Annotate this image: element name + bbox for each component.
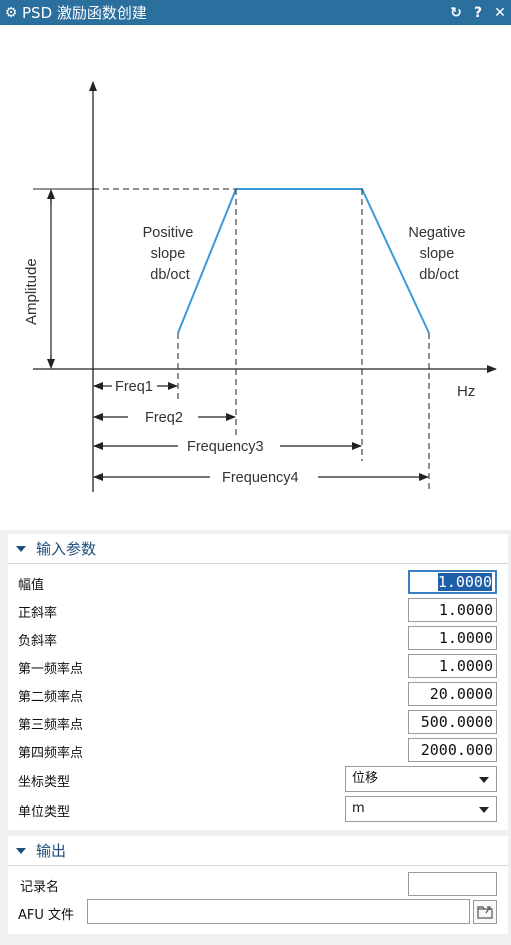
title-bar-controls: ↻ ? ✕ (449, 0, 507, 25)
reset-icon[interactable]: ↻ (449, 5, 463, 21)
param-row-negative-slope: 负斜率 1.0000 (8, 625, 508, 651)
dropdown-arrow-icon (479, 777, 489, 783)
y-axis-label: Amplitude (23, 258, 40, 325)
freq3-input[interactable]: 500.0000 (408, 710, 497, 734)
open-folder-icon (477, 906, 493, 919)
param-label: 坐标类型 (18, 775, 71, 790)
unit-type-select[interactable]: m (345, 796, 497, 822)
afu-file-label: AFU 文件 (18, 908, 75, 923)
negative-slope-input[interactable]: 1.0000 (408, 626, 497, 650)
positive-slope-label: Positive slope db/oct (143, 225, 198, 283)
param-row-freq3: 第三频率点 500.0000 (8, 709, 508, 735)
param-label: 第一频率点 (18, 662, 84, 677)
param-row-freq4: 第四频率点 2000.000 (8, 737, 508, 763)
param-label: 第三频率点 (18, 718, 84, 733)
freq1-input[interactable]: 1.0000 (408, 654, 497, 678)
frequency4-label: Frequency4 (222, 470, 299, 486)
close-icon[interactable]: ✕ (493, 5, 507, 21)
freq1-label: Freq1 (115, 379, 153, 395)
window-title: PSD 激励函数创建 (22, 4, 147, 22)
amplitude-input[interactable]: 1.0000 (408, 570, 497, 594)
psd-diagram: Amplitude Positive slope db/oct Negative… (0, 25, 511, 530)
param-label: 第二频率点 (18, 690, 84, 705)
section-title: 输出 (36, 842, 67, 860)
coord-type-select[interactable]: 位移 (345, 766, 497, 792)
section-title: 输入参数 (36, 540, 97, 558)
param-row-positive-slope: 正斜率 1.0000 (8, 597, 508, 623)
freq2-label: Freq2 (145, 410, 183, 426)
negative-slope-label: Negative slope db/oct (408, 225, 469, 283)
coord-type-value: 位移 (352, 771, 379, 786)
collapse-triangle-icon[interactable] (16, 545, 26, 552)
frequency3-label: Frequency3 (187, 439, 264, 455)
afu-file-input[interactable] (87, 899, 470, 924)
input-params-header[interactable]: 输入参数 (8, 534, 508, 564)
param-label: 幅值 (18, 578, 45, 593)
param-row-freq1: 第一频率点 1.0000 (8, 653, 508, 679)
psd-curve (177, 188, 430, 334)
param-row-coord-type: 坐标类型 位移 (8, 766, 508, 792)
param-row-freq2: 第二频率点 20.0000 (8, 681, 508, 707)
param-label: 单位类型 (18, 805, 71, 820)
param-row-amplitude: 幅值 1.0000 (8, 569, 508, 595)
dropdown-arrow-icon (479, 807, 489, 813)
title-bar: ⚙ PSD 激励函数创建 ↻ ? ✕ (0, 0, 511, 25)
output-section: 输出 记录名 AFU 文件 (8, 836, 508, 934)
input-params-section: 输入参数 幅值 1.0000 正斜率 1.0000 负斜率 1.0000 第一频… (8, 534, 508, 830)
psd-diagram-svg: Amplitude Positive slope db/oct Negative… (23, 81, 497, 492)
freq4-input[interactable]: 2000.000 (408, 738, 497, 762)
param-row-unit-type: 单位类型 m (8, 796, 508, 822)
help-icon[interactable]: ? (471, 5, 485, 21)
param-label: 负斜率 (18, 634, 58, 649)
output-row-record-name: 记录名 (8, 871, 508, 897)
collapse-triangle-icon[interactable] (16, 847, 26, 854)
unit-type-value: m (352, 801, 365, 816)
param-label: 正斜率 (18, 606, 58, 621)
positive-slope-input[interactable]: 1.0000 (408, 598, 497, 622)
x-axis-unit: Hz (457, 383, 475, 400)
record-name-input[interactable] (408, 872, 497, 896)
browse-file-button[interactable] (473, 900, 497, 924)
output-row-afu-file: AFU 文件 (8, 899, 508, 925)
output-header[interactable]: 输出 (8, 836, 508, 866)
record-name-label: 记录名 (20, 880, 60, 895)
param-label: 第四频率点 (18, 746, 84, 761)
freq2-input[interactable]: 20.0000 (408, 682, 497, 706)
gear-icon[interactable]: ⚙ (0, 5, 22, 21)
